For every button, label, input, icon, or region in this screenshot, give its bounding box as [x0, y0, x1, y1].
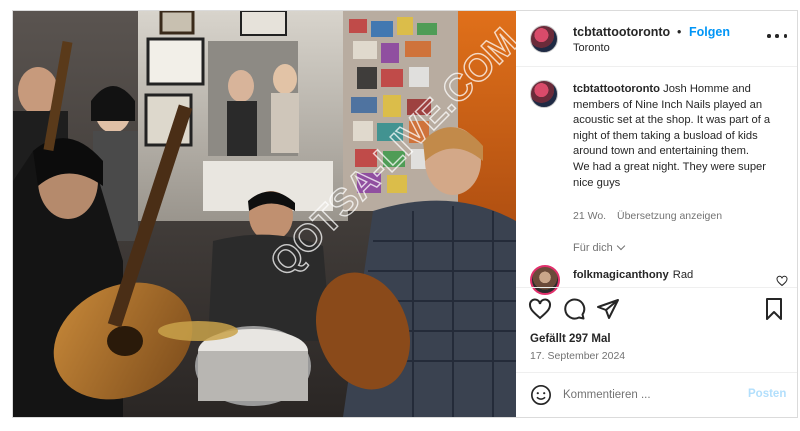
comment-input[interactable]	[563, 384, 743, 406]
comment-heart-icon[interactable]	[776, 275, 788, 287]
comment-text: Rad	[672, 269, 694, 281]
like-count[interactable]: Gefällt 297 Mal	[530, 333, 611, 345]
divider	[516, 287, 797, 288]
post-header: tcbtattootoronto • Folgen Toronto	[516, 11, 797, 67]
heart-icon[interactable]	[528, 297, 552, 321]
author-avatar[interactable]	[530, 25, 558, 53]
post-photo[interactable]: QOTSA-LIVE.COM	[13, 11, 516, 417]
caption-author-avatar[interactable]	[530, 80, 558, 108]
send-icon[interactable]	[596, 297, 620, 321]
post-caption: tcbtattootoronto Josh Homme and members …	[573, 82, 785, 191]
for-you-label: Für dich	[573, 242, 613, 254]
photo-illustration: QOTSA-LIVE.COM	[13, 11, 516, 417]
caption-text-line2: We had a great night. They were super ni…	[573, 160, 766, 189]
bookmark-icon[interactable]	[762, 297, 786, 321]
emoji-icon[interactable]	[530, 384, 552, 406]
translate-link[interactable]: Übersetzung anzeigen	[617, 210, 722, 222]
comment-bar: Posten	[516, 373, 797, 417]
caption-meta: 21 Wo. Übersetzung anzeigen	[573, 210, 722, 222]
post-comment-button[interactable]: Posten	[748, 388, 786, 400]
separator-dot: •	[677, 25, 682, 39]
post-side-panel: tcbtattootoronto • Folgen Toronto tcbtat…	[516, 11, 797, 417]
post-date[interactable]: 17. September 2024	[530, 350, 625, 362]
action-bar	[516, 295, 797, 327]
commenter-avatar[interactable]	[530, 265, 560, 295]
post-location[interactable]: Toronto	[573, 42, 610, 54]
caption-username[interactable]: tcbtattootoronto	[573, 83, 660, 95]
commenter-username[interactable]: folkmagicanthony	[573, 269, 669, 281]
more-horizontal-icon[interactable]	[767, 29, 787, 43]
post-age[interactable]: 21 Wo.	[573, 210, 606, 222]
comment-item: folkmagicanthony Rad	[573, 269, 693, 281]
author-username[interactable]: tcbtattootoronto	[573, 25, 670, 39]
comment-icon[interactable]	[562, 297, 586, 321]
post-dialog: QOTSA-LIVE.COM tcbtattootoronto • Folgen…	[12, 10, 798, 418]
follow-button[interactable]: Folgen	[689, 25, 730, 39]
for-you-toggle[interactable]: Für dich	[573, 241, 625, 254]
chevron-down-icon	[616, 241, 625, 251]
